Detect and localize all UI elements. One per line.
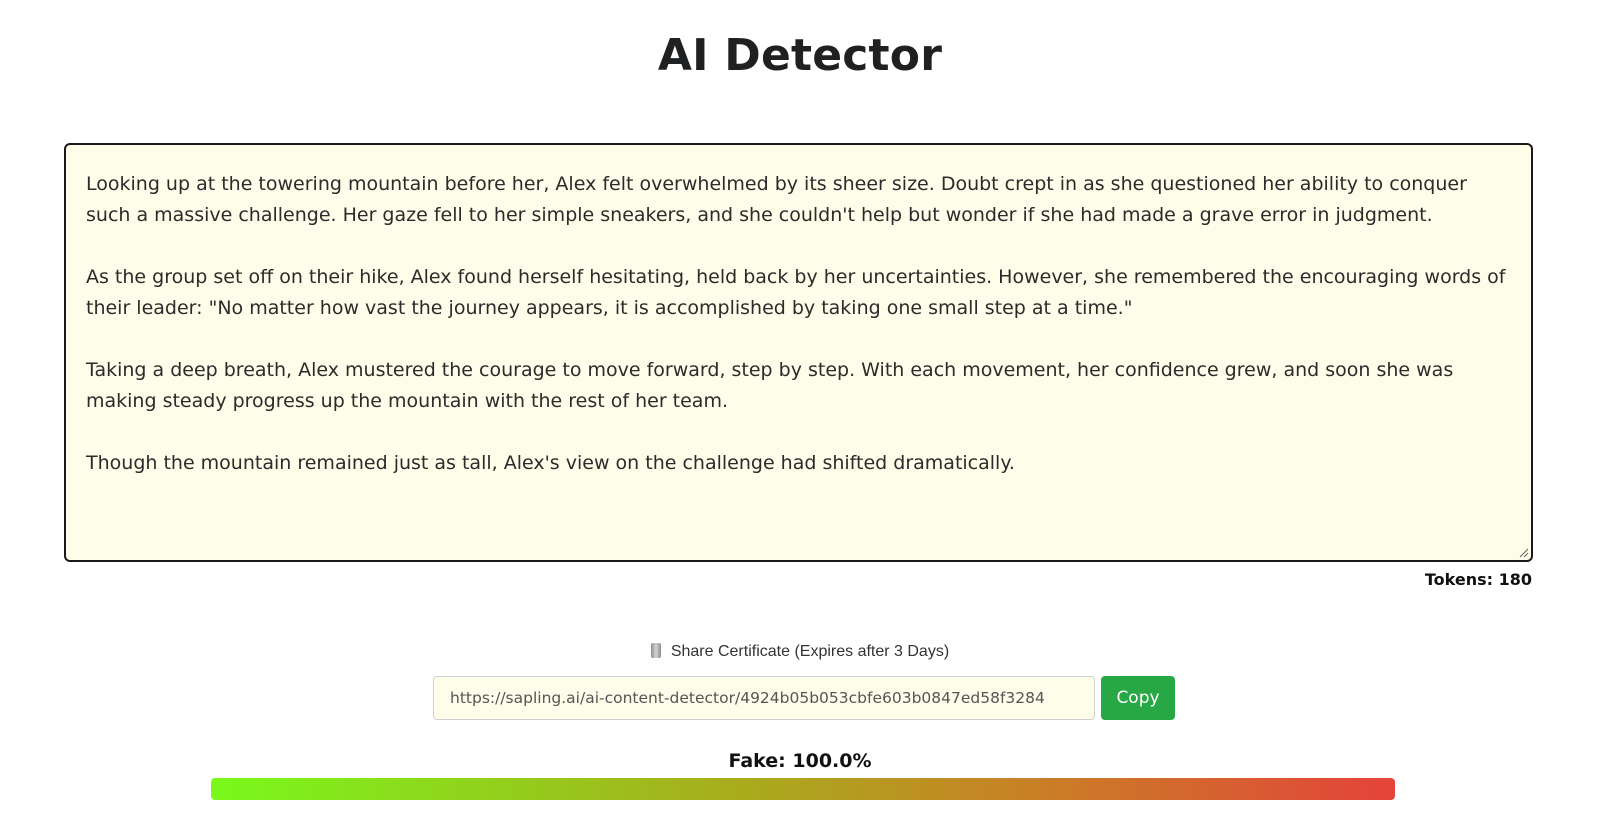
fake-score-meter-fill — [211, 778, 1395, 800]
share-url-input[interactable] — [433, 676, 1095, 720]
text-paragraph[interactable]: Though the mountain remained just as tal… — [86, 448, 1511, 479]
fake-score-label: Fake: 100.0% — [728, 750, 872, 772]
fake-score-meter — [211, 778, 1395, 800]
token-count: Tokens: 180 — [1424, 570, 1532, 589]
text-paragraph[interactable]: Looking up at the towering mountain befo… — [86, 169, 1511, 231]
page: AI Detector Looking up at the towering m… — [0, 0, 1600, 836]
copy-button[interactable]: Copy — [1101, 676, 1175, 720]
share-certificate-label: Share Certificate (Expires after 3 Days) — [0, 643, 1600, 661]
share-certificate-text: Share Certificate (Expires after 3 Days) — [670, 643, 950, 660]
resize-handle-icon[interactable] — [1517, 546, 1529, 558]
text-input-area[interactable]: Looking up at the towering mountain befo… — [64, 143, 1533, 562]
text-paragraph[interactable]: Taking a deep breath, Alex mustered the … — [86, 355, 1511, 417]
scroll-icon — [650, 643, 661, 658]
page-title: AI Detector — [657, 30, 943, 81]
text-paragraph[interactable]: As the group set off on their hike, Alex… — [86, 262, 1511, 324]
